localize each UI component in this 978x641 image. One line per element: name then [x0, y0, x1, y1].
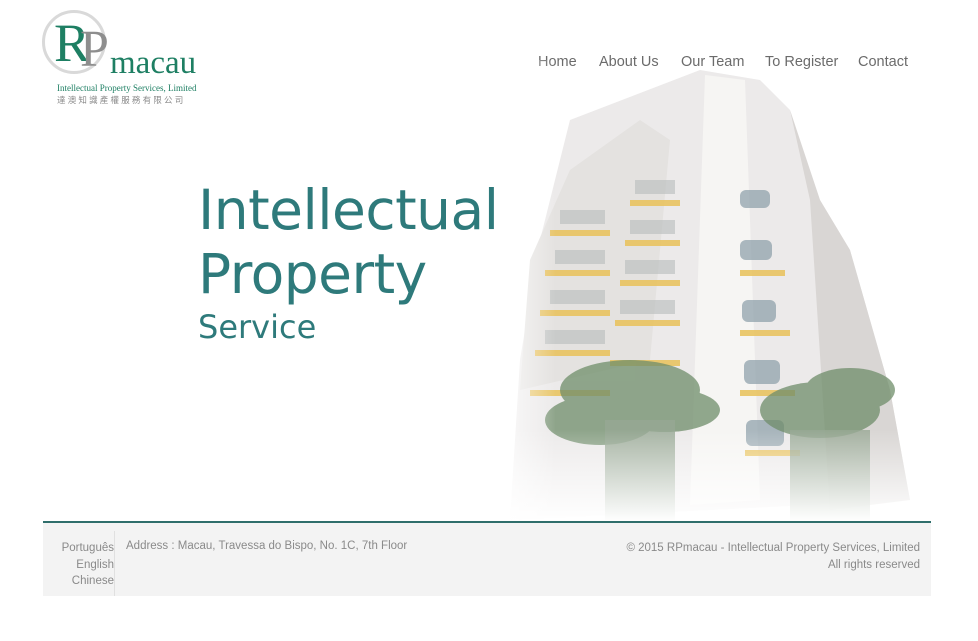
hero-title-line-1: Intellectual	[198, 178, 499, 242]
footer-copyright: © 2015 RPmacau - Intellectual Property S…	[626, 540, 920, 573]
copyright-line-2: All rights reserved	[827, 558, 920, 571]
logo-chinese-tagline: 達澳知識產權服務有限公司	[57, 95, 186, 105]
hero-subtitle: Service	[198, 308, 317, 346]
language-link-portuguese[interactable]: Português	[43, 540, 114, 557]
hero-building-image	[490, 60, 930, 522]
language-link-chinese[interactable]: Chinese	[43, 573, 114, 590]
hero-title: Intellectual Property	[198, 178, 499, 306]
copyright-line-1: © 2015 RPmacau - Intellectual Property S…	[626, 542, 920, 554]
logo-wordmark: macau	[110, 45, 197, 81]
logo-english-tagline: Intellectual Property Services, Limited	[57, 83, 197, 93]
site-logo[interactable]: R P macau Intellectual Property Services…	[40, 10, 220, 110]
footer-address: Address : Macau, Travessa do Bispo, No. …	[126, 540, 408, 552]
language-link-english[interactable]: English	[43, 557, 114, 574]
language-separator	[114, 531, 115, 596]
hero-title-line-2: Property	[198, 242, 427, 306]
site-footer: Português English Chinese Address : Maca…	[43, 523, 931, 596]
logo-letter-p: P	[80, 21, 109, 78]
language-switcher: Português English Chinese	[43, 540, 125, 590]
